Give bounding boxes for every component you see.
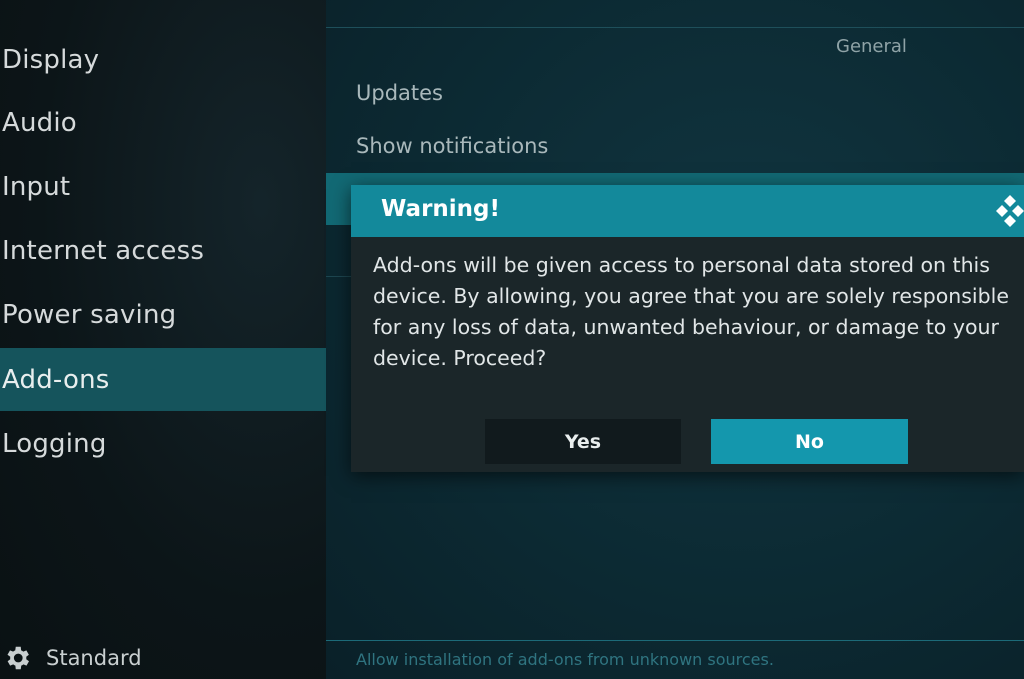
sidebar-item-label: Input: [2, 171, 71, 202]
setting-description: Allow installation of add-ons from unkno…: [356, 650, 774, 669]
sidebar-item-label: Internet access: [2, 235, 205, 266]
kodi-logo-icon: [996, 195, 1024, 227]
sidebar-item-internet-access[interactable]: Internet access: [0, 219, 326, 282]
sidebar-item-label: Logging: [2, 428, 107, 459]
sidebar-item-display[interactable]: Display: [0, 28, 326, 91]
setting-show-notifications[interactable]: Show notifications: [356, 134, 548, 158]
yes-button[interactable]: Yes: [485, 419, 681, 464]
settings-level-label: Standard: [46, 646, 142, 670]
sidebar-item-label: Audio: [2, 107, 77, 138]
sidebar: Display Audio Input Internet access Powe…: [0, 0, 326, 679]
sidebar-item-label: Display: [2, 44, 100, 75]
dialog-message: Add-ons will be given access to personal…: [373, 253, 1009, 370]
dialog-header: Warning!: [351, 185, 1024, 237]
sidebar-item-logging[interactable]: Logging: [0, 412, 326, 475]
sidebar-item-audio[interactable]: Audio: [0, 91, 326, 154]
category-heading: General: [836, 36, 907, 57]
divider: [326, 27, 1024, 28]
sidebar-item-power-saving[interactable]: Power saving: [0, 283, 326, 346]
settings-window: Display Audio Input Internet access Powe…: [0, 0, 1024, 679]
setting-updates[interactable]: Updates: [356, 81, 443, 105]
warning-dialog: Warning! Add-ons will be given access to…: [351, 185, 1024, 472]
yes-button-label: Yes: [564, 430, 602, 453]
sidebar-item-label: Add-ons: [2, 364, 110, 395]
sidebar-item-add-ons[interactable]: Add-ons: [0, 348, 326, 411]
gear-icon: [7, 646, 30, 670]
settings-level-button[interactable]: Standard: [2, 638, 142, 678]
no-button-label: No: [795, 430, 824, 453]
dialog-title: Warning!: [381, 196, 500, 222]
no-button[interactable]: No: [711, 419, 908, 464]
divider: [326, 640, 1024, 641]
sidebar-item-label: Power saving: [2, 299, 177, 330]
sidebar-item-input[interactable]: Input: [0, 155, 326, 218]
